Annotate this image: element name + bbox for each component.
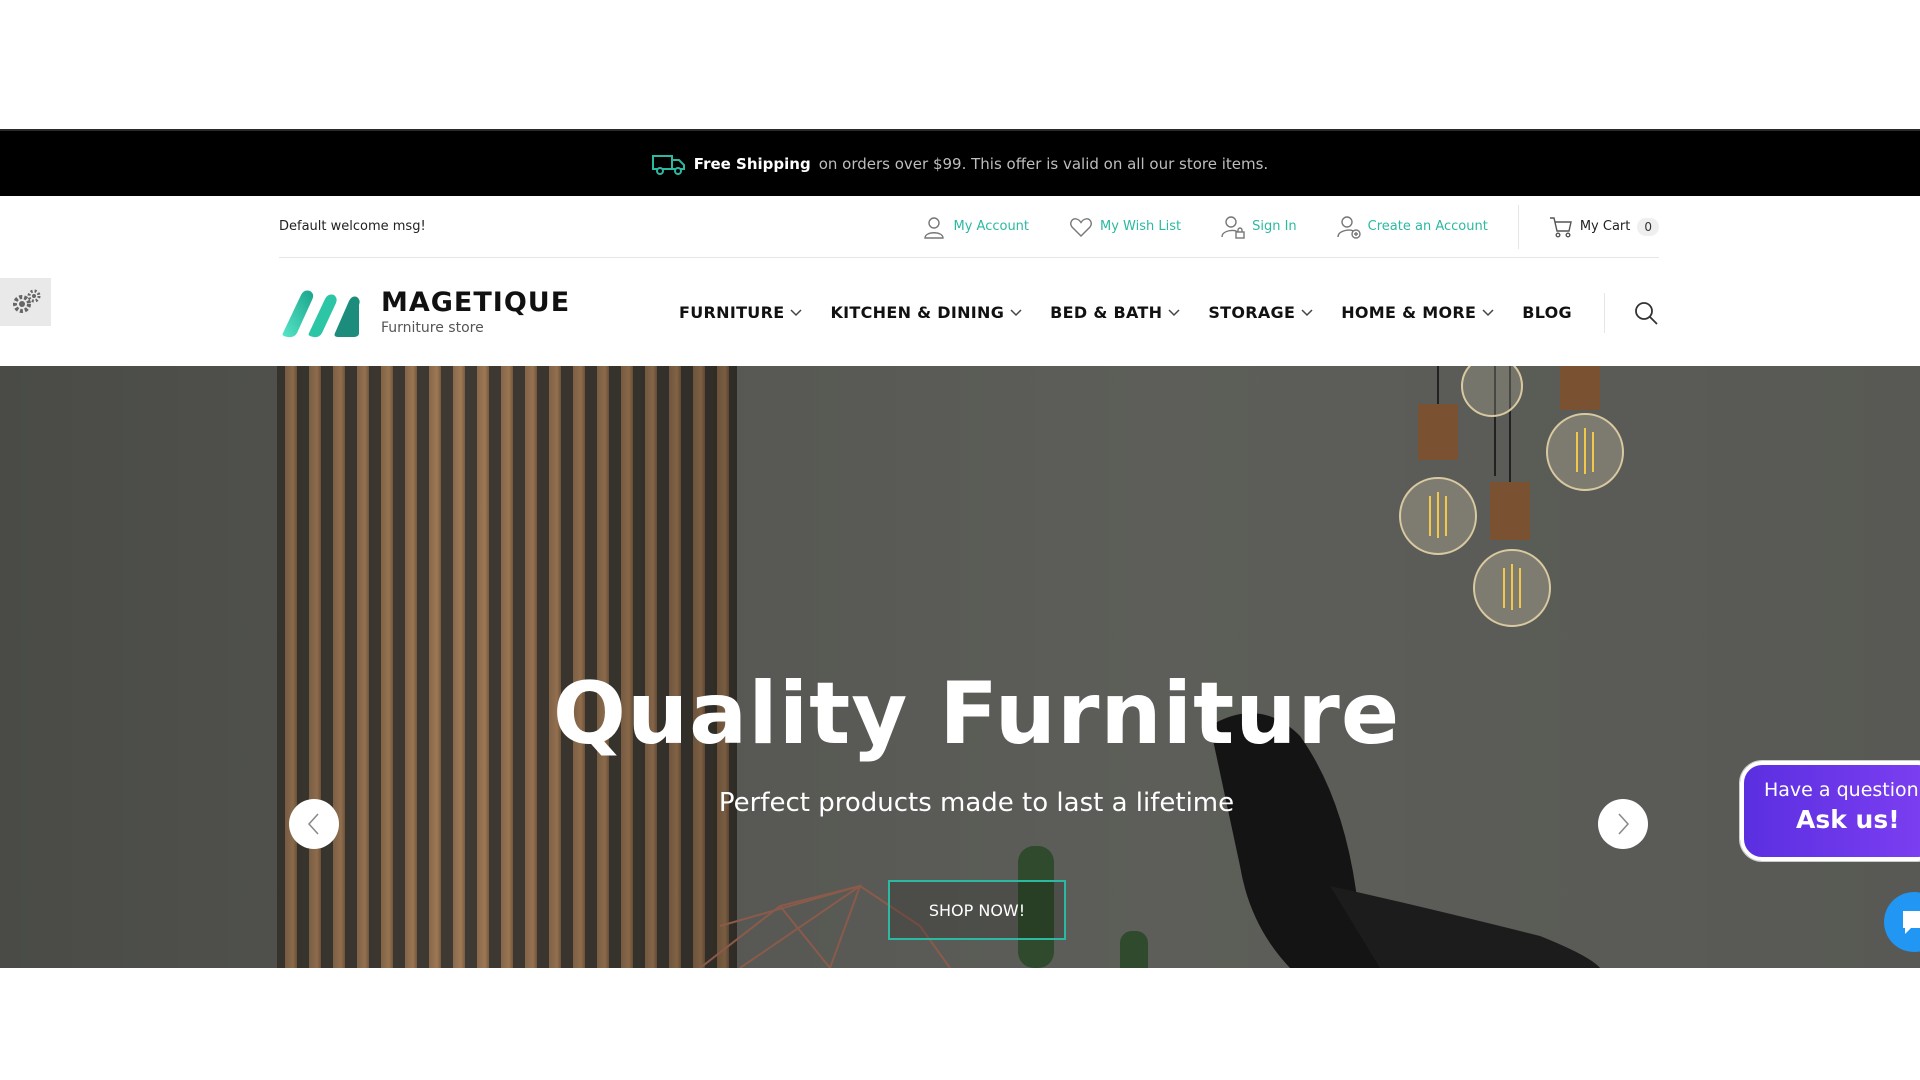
hero-slider: Quality Furniture Perfect products made … <box>0 366 1920 968</box>
chat-invite-bubble[interactable]: Have a question? Ask us! <box>1740 761 1920 861</box>
user-lock-icon <box>1221 215 1245 239</box>
chevron-right-icon <box>1618 813 1630 835</box>
account-links: My Account My Wish List Sign In Create a… <box>882 196 1659 257</box>
shop-now-button[interactable]: SHOP NOW! <box>888 880 1066 940</box>
magetique-logo-icon <box>282 290 360 337</box>
nav-item-furniture[interactable]: FURNITURE <box>679 303 802 322</box>
cart-count-badge: 0 <box>1637 217 1659 236</box>
cart-icon <box>1549 216 1572 238</box>
promo-strong: Free Shipping <box>693 154 811 173</box>
brand-name: MAGETIQUE <box>381 286 571 318</box>
my-account-label: My Account <box>953 219 1030 234</box>
nav-label: STORAGE <box>1208 303 1296 322</box>
nav-item-bed-bath[interactable]: BED & BATH <box>1050 303 1180 322</box>
menu-divider <box>1604 292 1605 333</box>
hero-title: Quality Furniture <box>552 664 1401 764</box>
main-menu: FURNITURE KITCHEN & DINING BED & BATH ST… <box>679 259 1659 366</box>
nav-item-blog[interactable]: BLOG <box>1522 303 1572 322</box>
nav-label: BED & BATH <box>1050 303 1163 322</box>
sign-in-label: Sign In <box>1252 219 1297 234</box>
cart-label: My Cart <box>1579 219 1631 234</box>
wishlist-label: My Wish List <box>1100 219 1182 234</box>
header-links-bar: Default welcome msg! My Account My Wish … <box>279 196 1659 258</box>
top-blank-area <box>0 0 1920 130</box>
welcome-message: Default welcome msg! <box>279 219 426 234</box>
sign-in-link[interactable]: Sign In <box>1221 215 1297 239</box>
create-account-label: Create an Account <box>1367 219 1488 234</box>
my-account-link[interactable]: My Account <box>922 215 1029 239</box>
heart-icon <box>1070 217 1092 237</box>
chevron-down-icon <box>1301 308 1313 316</box>
create-account-link[interactable]: Create an Account <box>1336 215 1488 239</box>
truck-icon <box>651 154 685 175</box>
promo-bar: Free Shipping on orders over $99. This o… <box>0 131 1920 196</box>
chevron-left-icon <box>307 813 319 835</box>
chevron-down-icon <box>1482 308 1494 316</box>
main-header: MAGETIQUE Furniture store FURNITURE KITC… <box>279 259 1659 366</box>
site-logo[interactable]: MAGETIQUE Furniture store <box>279 287 570 339</box>
brand-tagline: Furniture store <box>381 319 484 336</box>
nav-item-storage[interactable]: STORAGE <box>1208 303 1313 322</box>
nav-item-kitchen-dining[interactable]: KITCHEN & DINING <box>830 303 1022 322</box>
nav-label: HOME & MORE <box>1341 303 1477 322</box>
slider-prev-button[interactable] <box>289 799 339 849</box>
chat-cta: Ask us! <box>1796 805 1900 834</box>
user-add-icon <box>1336 215 1361 239</box>
nav-label: BLOG <box>1522 303 1572 322</box>
chat-question: Have a question? <box>1764 779 1920 801</box>
user-icon <box>924 216 945 239</box>
search-icon[interactable] <box>1633 300 1659 326</box>
chevron-down-icon <box>1168 308 1180 316</box>
chevron-down-icon <box>1010 308 1022 316</box>
slider-next-button[interactable] <box>1598 799 1648 849</box>
wishlist-link[interactable]: My Wish List <box>1069 215 1181 239</box>
promo-text: on orders over $99. This offer is valid … <box>818 154 1269 173</box>
nav-label: FURNITURE <box>679 303 785 322</box>
cart-divider <box>1517 204 1519 249</box>
nav-item-home-more[interactable]: HOME & MORE <box>1341 303 1494 322</box>
nav-label: KITCHEN & DINING <box>830 303 1005 322</box>
settings-panel-toggle[interactable] <box>0 278 51 326</box>
mini-cart-button[interactable]: My Cart 0 <box>1549 215 1659 239</box>
chevron-down-icon <box>790 308 802 316</box>
chat-icon <box>1903 911 1920 934</box>
gears-icon <box>12 289 40 313</box>
